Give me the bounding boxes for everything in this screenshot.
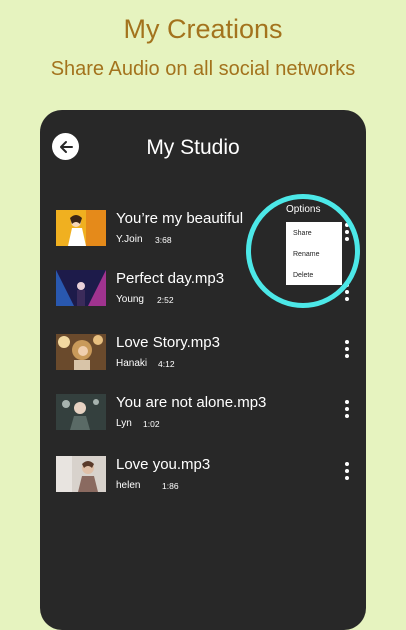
options-menu: Share Rename Delete <box>286 222 342 285</box>
track-thumbnail <box>56 270 106 306</box>
track-item[interactable]: Love you.mp3 helen 1:86 <box>40 456 366 506</box>
more-options-icon[interactable] <box>342 283 352 305</box>
promo-subtitle: Share Audio on all social networks <box>50 58 356 80</box>
menu-item-share[interactable]: Share <box>293 230 312 237</box>
track-artist: helen <box>116 480 141 491</box>
track-title: Perfect day.mp3 <box>116 270 225 287</box>
track-title: You are not alone.mp3 <box>116 394 267 411</box>
track-duration: 2:52 <box>157 295 174 305</box>
track-artist: Young <box>116 294 144 305</box>
more-options-icon[interactable] <box>342 223 352 245</box>
track-item[interactable]: You are not alone.mp3 Lyn 1:02 <box>40 394 366 444</box>
more-options-icon[interactable] <box>342 340 352 362</box>
track-thumbnail <box>56 210 106 246</box>
more-options-icon[interactable] <box>342 462 352 484</box>
menu-item-delete[interactable]: Delete <box>293 272 313 279</box>
studio-screen: My Studio You’re my beautiful Y.Join 3:6… <box>40 110 366 630</box>
track-duration: 4:12 <box>158 359 175 369</box>
options-menu-title: Options <box>286 204 321 215</box>
track-artist: Hanaki <box>116 358 148 369</box>
track-artist: Lyn <box>116 418 132 429</box>
page-title: My Studio <box>146 136 240 159</box>
track-item[interactable]: Love Story.mp3 Hanaki 4:12 <box>40 334 366 384</box>
track-duration: 1:86 <box>162 481 179 491</box>
more-options-icon[interactable] <box>342 400 352 422</box>
track-title: Love Story.mp3 <box>116 334 220 351</box>
track-title: Love you.mp3 <box>116 456 211 473</box>
track-duration: 1:02 <box>143 419 160 429</box>
track-thumbnail <box>56 334 106 370</box>
track-artist: Y.Join <box>116 234 143 245</box>
menu-item-rename[interactable]: Rename <box>293 251 319 258</box>
track-duration: 3:68 <box>155 235 172 245</box>
promo-title: My Creations <box>123 14 283 44</box>
track-title: You’re my beautiful <box>116 210 244 227</box>
track-thumbnail <box>56 394 106 430</box>
track-thumbnail <box>56 456 106 492</box>
